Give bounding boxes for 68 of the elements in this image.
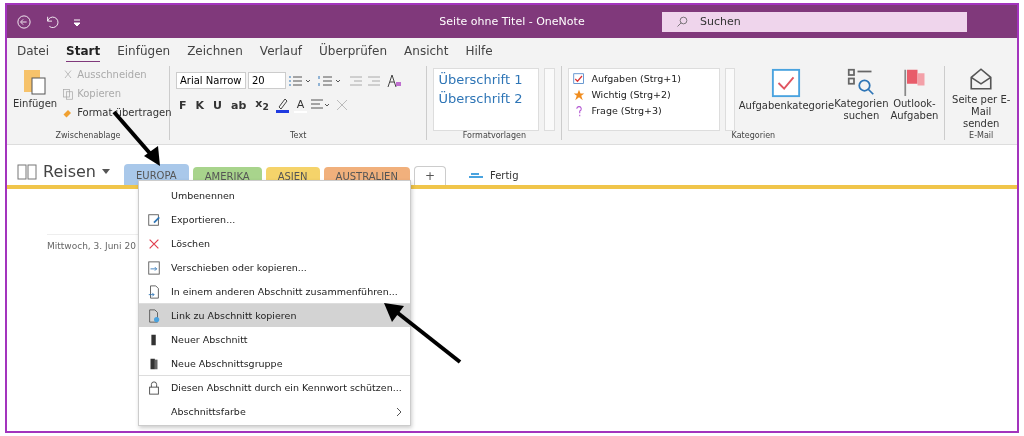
font-field[interactable]: Arial Narrow (176, 72, 246, 89)
search-icon (676, 15, 688, 28)
tag-item[interactable]: Aufgaben (Strg+1) (573, 71, 715, 86)
ribbon-button[interactable]: Outlook-Aufgaben (890, 68, 939, 131)
search-list-icon (847, 68, 876, 96)
link-document-icon (147, 308, 161, 323)
menu-item[interactable]: Verschieben oder kopieren... (139, 255, 410, 279)
ribbon-tab[interactable]: Zeichnen (187, 44, 243, 63)
paste-button[interactable]: Einfügen (13, 66, 58, 131)
tag-item[interactable]: Frage (Strg+3) (573, 103, 715, 118)
format-button[interactable]: K (192, 98, 208, 112)
ribbon-tab[interactable]: Datei (17, 44, 49, 63)
group-label: Zwischenablage (54, 131, 122, 140)
ribbon-tab[interactable]: Einfügen (117, 44, 171, 63)
copy-icon (62, 87, 75, 100)
add-section-tab[interactable]: + (413, 166, 446, 185)
envelope-icon (968, 66, 995, 92)
format-button[interactable]: F (176, 98, 190, 112)
ribbon-tab[interactable]: Verlauf (259, 44, 302, 63)
notebook-selector[interactable]: Reisen (17, 162, 110, 181)
menu-item[interactable]: Umbenennen (139, 183, 410, 207)
format-button[interactable]: x$_{2}$ (252, 97, 272, 113)
back-icon[interactable] (17, 14, 31, 29)
gallery-scroll[interactable] (724, 68, 736, 131)
group-label: Kategorien (730, 131, 777, 140)
menu-item[interactable]: Diesen Abschnitt durch ein Kennwort schützen... (139, 375, 410, 399)
style-item[interactable]: Überschrift 1 (438, 72, 534, 87)
sync-status: Fertig (489, 170, 519, 181)
tag-item[interactable]: Wichtig (Strg+2) (573, 87, 715, 102)
undo-icon[interactable] (45, 14, 59, 29)
format-button[interactable]: ab (228, 98, 250, 112)
menu-item[interactable]: Exportieren... (139, 207, 410, 231)
font-size-field[interactable]: 20 (248, 72, 286, 89)
menu-item[interactable]: Neue Abschnittsgruppe (139, 351, 410, 375)
checkbox-icon (573, 72, 586, 85)
clear-format-icon[interactable] (386, 72, 402, 89)
window-title: Seite ohne Titel - OneNote (439, 15, 585, 28)
group-label: Formatvorlagen (461, 131, 528, 140)
ribbon-button[interactable]: Aufgabenkategorie (740, 68, 833, 131)
group-label: E-Mail (968, 131, 995, 140)
menu-item[interactable]: Link zu Abschnitt kopieren (139, 303, 410, 327)
chevron-right-icon (395, 406, 402, 417)
caret-icon (102, 168, 110, 175)
clipboard-button[interactable]: Format übertragen (62, 104, 172, 121)
search-field[interactable]: Suchen (662, 11, 967, 32)
font-color-button[interactable]: A (293, 97, 308, 113)
ribbon-tab[interactable]: Ansicht (404, 44, 449, 63)
document-icon (147, 284, 161, 299)
menu-item[interactable]: Abschnittsfarbe (139, 399, 410, 423)
menu-item[interactable]: In einem anderen Abschnitt zusammenführen... (139, 279, 410, 303)
caret-icon[interactable] (73, 17, 81, 26)
notebook-icon (17, 163, 37, 180)
format-button[interactable]: U (210, 98, 225, 112)
menu-item[interactable]: Neuer Abschnitt (139, 327, 410, 351)
email-button[interactable]: Seite per E-Mail senden (951, 66, 1011, 131)
export-icon (147, 212, 161, 227)
style-item[interactable]: Überschrift 2 (438, 91, 534, 106)
star-icon (573, 88, 586, 101)
ribbon-tab[interactable]: Hilfe (465, 44, 493, 63)
move-icon (147, 260, 161, 275)
highlighter-icon[interactable] (274, 97, 291, 113)
checkbox-icon (771, 68, 802, 98)
group-label: Text (289, 131, 308, 140)
ribbon-tab[interactable]: Überprüfen (319, 44, 388, 63)
close-icon[interactable] (335, 98, 350, 112)
sync-icon (467, 170, 484, 181)
gallery-scroll[interactable] (543, 68, 556, 131)
lock-icon (147, 380, 161, 395)
